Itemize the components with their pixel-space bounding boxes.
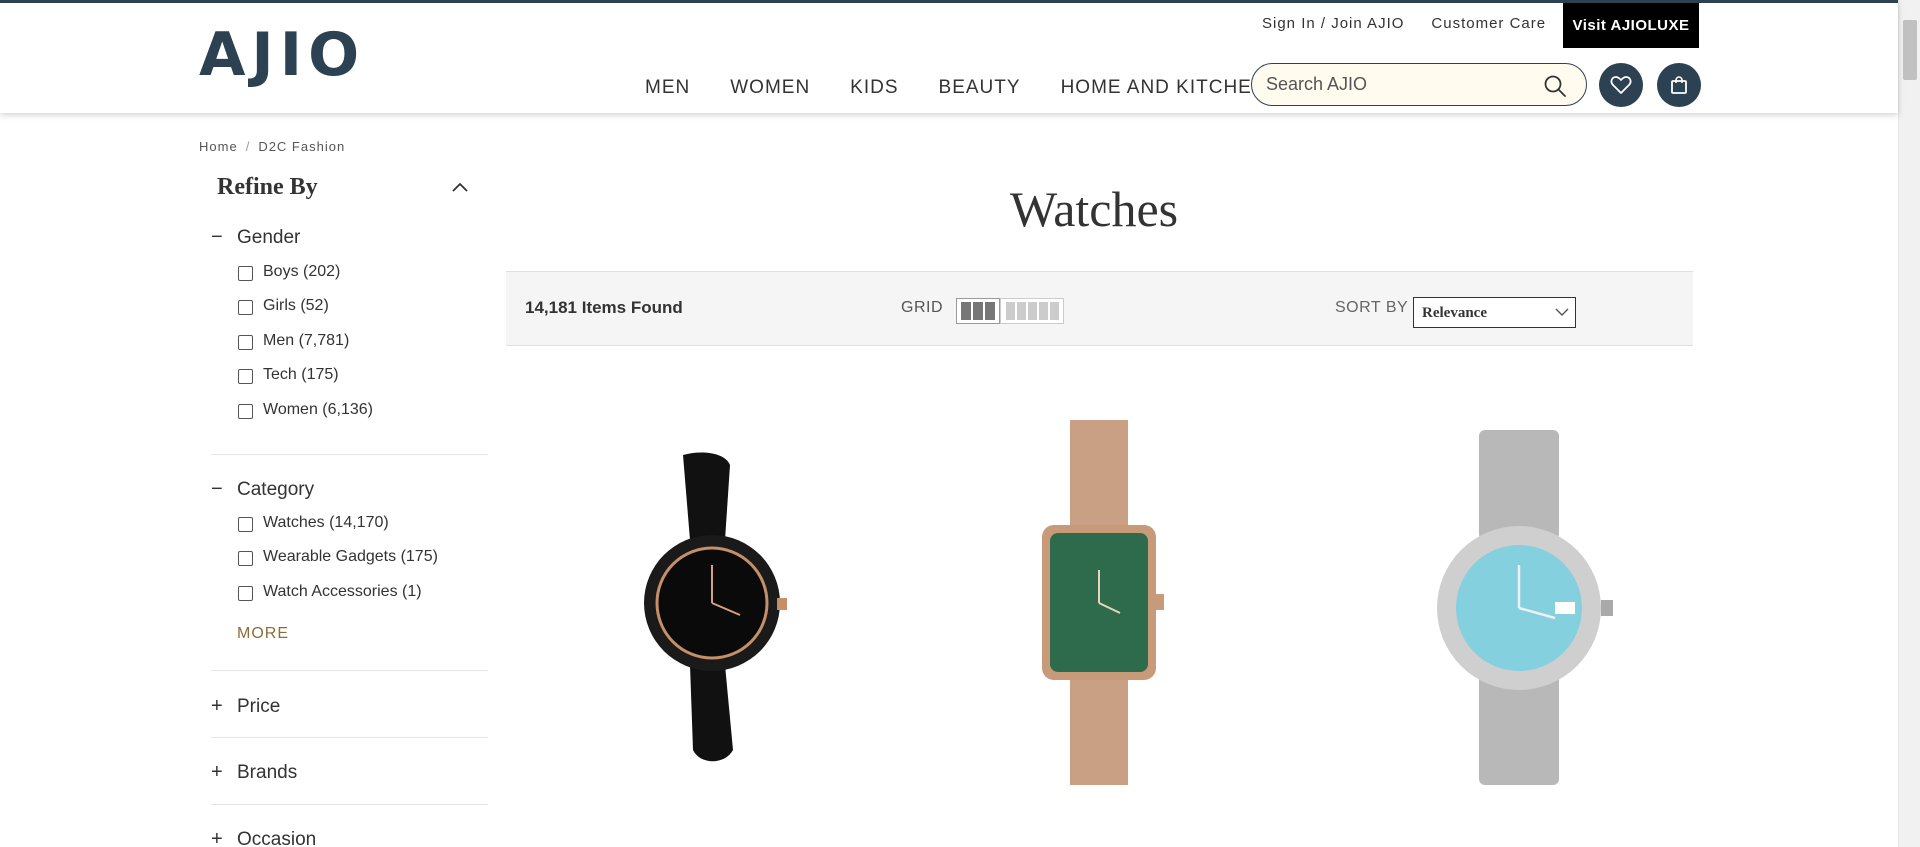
sign-in-link[interactable]: Sign In / Join AJIO	[1262, 15, 1404, 32]
filter-option[interactable]: Boys (202)	[238, 263, 340, 281]
ajio-logo[interactable]: AJIO	[199, 25, 365, 85]
minus-icon: −	[211, 226, 223, 248]
facet-brands[interactable]: + Brands	[211, 761, 297, 784]
product-card[interactable]	[1375, 420, 1665, 800]
sort-value: Relevance	[1422, 305, 1487, 321]
divider	[211, 804, 488, 805]
filter-option-label: Tech (175)	[263, 366, 339, 383]
plus-icon: +	[211, 695, 223, 717]
facet-gender-label: Gender	[237, 226, 301, 248]
grid-label: GRID	[901, 299, 943, 316]
facet-price[interactable]: + Price	[211, 695, 280, 718]
plus-icon: +	[211, 828, 223, 847]
filter-option[interactable]: Wearable Gadgets (175)	[238, 548, 438, 566]
minus-icon: −	[211, 478, 223, 500]
scrollbar[interactable]	[1898, 0, 1920, 847]
facet-brands-label: Brands	[237, 761, 298, 783]
visit-ajioluxe-button[interactable]: Visit AJIOLUXE	[1563, 3, 1699, 48]
grid-5-columns-button[interactable]	[1000, 298, 1064, 324]
checkbox[interactable]	[238, 335, 253, 350]
facet-category[interactable]: − Category	[211, 478, 314, 501]
filter-option[interactable]: Watches (14,170)	[238, 514, 389, 532]
page-title: Watches	[1010, 181, 1179, 237]
checkbox[interactable]	[238, 369, 253, 384]
chevron-down-icon	[1555, 308, 1569, 316]
grid-3-columns-button[interactable]	[956, 298, 1000, 324]
search-input[interactable]	[1266, 72, 1536, 97]
filter-option-label: Watch Accessories (1)	[263, 583, 422, 600]
facet-occasion[interactable]: + Occasion	[211, 828, 316, 847]
top-links: Sign In / Join AJIO Customer Care	[1262, 15, 1573, 32]
filter-option-label: Watches (14,170)	[263, 514, 389, 531]
facet-price-label: Price	[237, 695, 281, 717]
site-header: AJIO Sign In / Join AJIO Customer Care V…	[0, 0, 1898, 113]
checkbox[interactable]	[238, 404, 253, 419]
nav-item-home-and-kitchen[interactable]: HOME AND KITCHEN	[1061, 77, 1267, 99]
facet-gender[interactable]: − Gender	[211, 226, 300, 249]
refine-by-title: Refine By	[217, 174, 318, 200]
shopping-bag-icon	[1671, 76, 1687, 94]
breadcrumb-home[interactable]: Home	[199, 139, 238, 154]
main-nav: MEN WOMEN KIDS BEAUTY HOME AND KITCHEN	[645, 77, 1307, 99]
breadcrumb-d2c-fashion[interactable]: D2C Fashion	[258, 139, 345, 154]
nav-item-beauty[interactable]: BEAUTY	[939, 77, 1021, 99]
filter-option[interactable]: Watch Accessories (1)	[238, 583, 422, 601]
nav-item-kids[interactable]: KIDS	[850, 77, 898, 99]
plus-icon: +	[211, 761, 223, 783]
filter-option-label: Wearable Gadgets (175)	[263, 548, 438, 565]
filter-option-label: Women (6,136)	[263, 401, 373, 418]
checkbox[interactable]	[238, 517, 253, 532]
nav-item-men[interactable]: MEN	[645, 77, 690, 99]
divider	[211, 737, 488, 738]
sort-by-label: SORT BY	[1335, 299, 1409, 316]
items-count: 14,181 Items Found	[525, 298, 683, 317]
watch-image	[1437, 430, 1613, 785]
watch-image	[1042, 420, 1164, 785]
filter-option-label: Girls (52)	[263, 297, 329, 314]
filter-option[interactable]: Tech (175)	[238, 366, 339, 384]
watch-image	[644, 452, 787, 762]
chevron-up-icon[interactable]	[451, 180, 469, 194]
sort-select[interactable]: Relevance	[1413, 297, 1576, 328]
wishlist-button[interactable]	[1599, 63, 1643, 107]
filter-option-label: Boys (202)	[263, 263, 341, 280]
bag-button[interactable]	[1657, 63, 1701, 107]
checkbox[interactable]	[238, 300, 253, 315]
filter-option[interactable]: Men (7,781)	[238, 332, 349, 350]
checkbox[interactable]	[238, 266, 253, 281]
more-link[interactable]: MORE	[237, 625, 289, 643]
nav-item-women[interactable]: WOMEN	[730, 77, 810, 99]
checkbox[interactable]	[238, 586, 253, 601]
filter-option[interactable]: Girls (52)	[238, 297, 329, 315]
divider	[211, 454, 488, 455]
customer-care-link[interactable]: Customer Care	[1431, 15, 1546, 32]
search-box	[1251, 63, 1587, 106]
heart-icon	[1610, 76, 1632, 94]
filter-option[interactable]: Women (6,136)	[238, 401, 373, 419]
product-card[interactable]	[970, 420, 1260, 800]
divider	[211, 670, 488, 671]
results-toolbar: 14,181 Items Found GRID SORT BY Relevanc…	[506, 271, 1693, 346]
breadcrumb: Home / D2C Fashion	[199, 139, 346, 154]
facet-category-label: Category	[237, 478, 315, 500]
checkbox[interactable]	[238, 551, 253, 566]
product-card[interactable]	[565, 420, 855, 800]
filter-option-label: Men (7,781)	[263, 332, 350, 349]
facet-occasion-label: Occasion	[237, 828, 317, 847]
scrollbar-thumb[interactable]	[1903, 20, 1917, 80]
search-icon[interactable]	[1542, 73, 1568, 99]
